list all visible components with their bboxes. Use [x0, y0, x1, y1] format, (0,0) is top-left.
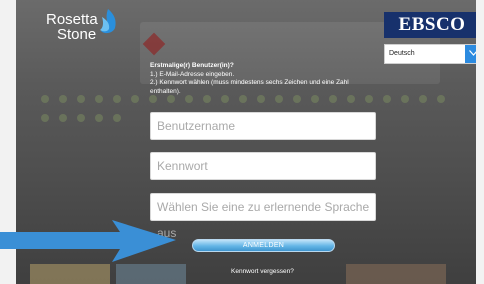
password-field[interactable]: [150, 152, 376, 180]
username-input[interactable]: [151, 113, 375, 139]
ebsco-logo: EBSCO: [384, 12, 476, 38]
logo-line-2: Stone: [57, 26, 97, 43]
password-input[interactable]: [151, 153, 375, 179]
background-photo: [116, 264, 186, 284]
interface-language-value: Deutsch: [389, 50, 415, 57]
forgot-password-link[interactable]: Kennwort vergessen?: [231, 268, 294, 275]
background-photo: [346, 264, 446, 284]
chevron-down-icon[interactable]: [465, 45, 476, 63]
background-photo: [30, 264, 110, 284]
rosetta-stone-logo-icon: [100, 9, 116, 34]
instructions-step-1: 1.) E-Mail-Adresse eingeben.: [150, 70, 235, 78]
learning-language-select[interactable]: Wählen Sie eine zu erlernende Sprache au…: [150, 193, 376, 240]
username-field[interactable]: [150, 112, 376, 140]
interface-language-select[interactable]: Deutsch: [384, 44, 476, 64]
instructions-title: Erstmalige(r) Benutzer(in)?: [150, 62, 234, 69]
first-time-user-instructions: Erstmalige(r) Benutzer(in)? 1.) E-Mail-A…: [150, 62, 380, 96]
instructions-step-2: 2.) Kennwort wählen (muss mindestens sec…: [150, 79, 349, 95]
login-button[interactable]: ANMELDEN: [192, 239, 335, 252]
pointer-arrow-icon: [0, 220, 176, 262]
rosetta-stone-logo: Rosetta Stone: [46, 12, 98, 42]
